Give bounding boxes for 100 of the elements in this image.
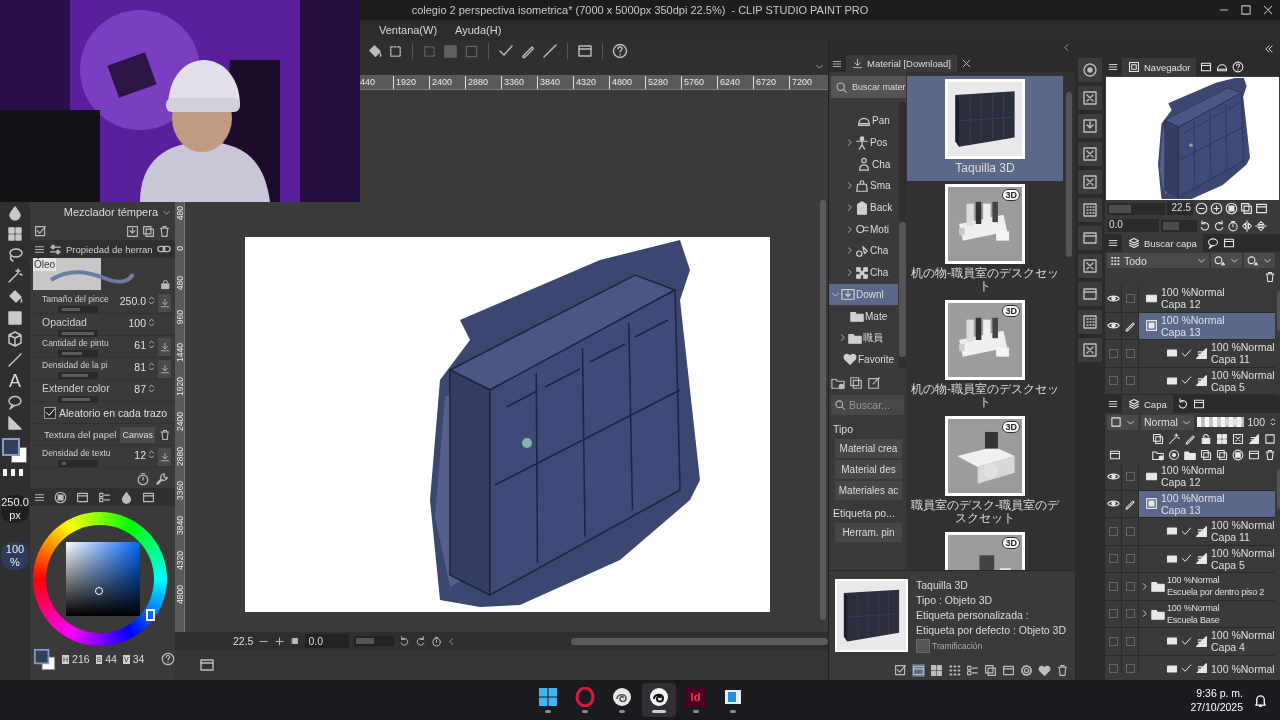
layer-row[interactable]: 100 %Normal Escuela Base	[1139, 600, 1275, 627]
tree-item[interactable]: Pan	[829, 110, 898, 132]
material-item[interactable]: Taquilla 3D	[907, 76, 1063, 181]
blend-mode-label: 100 %Normal	[1167, 574, 1221, 587]
blend-mode-label: 100 %Normal	[1161, 464, 1225, 477]
app-icon[interactable]: Id	[685, 687, 706, 707]
layer-row[interactable]: 100 %Normal Capa 4	[1139, 628, 1275, 655]
property-label: Tamaño del pince	[42, 294, 110, 304]
option-label: Aleatorio en cada trazo	[59, 406, 167, 419]
filter-button[interactable]: Material crea	[835, 439, 902, 458]
blend-dropdown[interactable]: Normal	[1141, 414, 1194, 430]
layer-row[interactable]: 100 %Normal Escuela por dentro piso 2	[1139, 573, 1275, 600]
tree-item[interactable]: 職員	[829, 326, 898, 349]
panel-tab[interactable]: Navegador	[1122, 58, 1197, 76]
property-value[interactable]: 81	[134, 361, 146, 373]
tree-item[interactable]: Sma	[829, 175, 898, 197]
filter-button[interactable]: Material des	[835, 460, 902, 479]
blend-mode-label: 100 %Normal	[1211, 341, 1275, 354]
tree-item[interactable]: Moti	[829, 218, 898, 241]
layer-name: Capa 12	[1161, 476, 1202, 489]
menu-item[interactable]: Ayuda(H)	[455, 22, 502, 38]
filter-button[interactable]: Herram. pin	[835, 523, 902, 542]
layer-name: Capa 13	[1161, 503, 1202, 516]
tree-item[interactable]: Back	[829, 196, 898, 219]
panel-tab[interactable]: Capa	[1122, 395, 1173, 413]
text-tool[interactable]: A	[9, 373, 21, 389]
layer-row[interactable]: 100 %Normal Capa 5	[1139, 545, 1275, 572]
layer-name: Escuela Base	[1167, 613, 1220, 626]
filter-button[interactable]: Materiales ac	[835, 481, 902, 500]
layer-row[interactable]: 100 %Normal Capa 11	[1139, 518, 1275, 545]
layer-row[interactable]: 100 %Normal Capa 13	[1139, 312, 1275, 339]
layer-name: Escuela por dentro piso 2	[1167, 586, 1265, 599]
layer-name: Capa 4	[1211, 641, 1246, 654]
tree-item[interactable]: Mate	[829, 305, 898, 327]
property-value[interactable]: 87	[134, 383, 146, 395]
blend-mode-label: 100 %Normal	[1161, 491, 1225, 504]
channel-value: 34	[132, 653, 145, 665]
brush-name: Óleo	[33, 258, 57, 271]
tree-item[interactable]: Cha	[829, 261, 898, 284]
ruler-label: 7200	[789, 75, 825, 89]
material-info: Etiqueta por defecto : Objeto 3D	[916, 624, 1066, 636]
ruler-label: 480	[174, 275, 185, 290]
ruler-label: 3360	[174, 481, 185, 501]
blend-mode-label: 100 %Normal	[1167, 601, 1220, 614]
material-item[interactable]: 3D 職員室のデスク-職員室のデスクセット	[907, 413, 1063, 529]
layer-name: Capa 11	[1211, 353, 1251, 366]
material-title: 机の物-職員室のデスクセット	[910, 383, 1060, 409]
material-item[interactable]: 3D	[907, 529, 1063, 570]
property-label: Densidad de la pi	[42, 360, 109, 370]
property-label: Densidad de textu	[42, 448, 112, 458]
layer-row[interactable]: 100 %Normal Capa 11	[1139, 340, 1275, 367]
ruler-label: 6720	[753, 75, 789, 89]
layer-row[interactable]: 100 %Normal Capa 5	[1139, 367, 1275, 394]
channel-value: 216	[72, 653, 90, 665]
ruler-label: 5760	[681, 75, 717, 89]
ruler-label: 2400	[429, 75, 465, 89]
angle-field[interactable]: 0.0	[305, 634, 350, 648]
ruler-label: 2880	[465, 75, 501, 89]
sub-tool-title: Mezclador témpera	[63, 206, 158, 218]
tree-item[interactable]: Cha	[829, 153, 898, 176]
property-label: Cantidad de pintu	[42, 338, 110, 348]
ruler-label: 3360	[501, 75, 537, 89]
property-value[interactable]: 12	[134, 449, 146, 461]
property-value[interactable]: 250.0	[119, 295, 146, 307]
panel-tab[interactable]: Material [Download]	[846, 55, 957, 72]
ruler-label: 960	[174, 310, 185, 325]
layer-row[interactable]: 100 %Normal Capa 12	[1139, 463, 1275, 490]
blend-mode-label: 100 %Normal	[1161, 313, 1225, 326]
blend-mode-label: 100 %Normal	[1211, 368, 1275, 381]
zoom-value[interactable]: 22.5	[233, 635, 254, 647]
ruler-label: 4800	[609, 75, 645, 89]
material-title: 職員室のデスク-職員室のデスクセット	[910, 499, 1060, 525]
layer-row[interactable]: 100 %Normal Capa 12	[1139, 285, 1275, 312]
material-item[interactable]: 3D 机の物-職員室のデスクセット	[907, 181, 1063, 297]
texture-field[interactable]: Canvas	[120, 426, 155, 443]
property-label: Textura del papel	[44, 429, 118, 440]
tree-item[interactable]: Downl	[829, 283, 898, 306]
layer-row[interactable]: 100 %Normal	[1139, 655, 1275, 673]
filter-dropdown[interactable]: Todo	[1107, 253, 1209, 268]
tree-item[interactable]: Favorite	[829, 348, 898, 371]
layer-name: Capa 11	[1211, 531, 1251, 544]
window-title: colegio 2 perspectiva isometrica* (7000 x 5000px 350dpi 22.5%) - CLIP STUDIO PAINT PRO	[410, 4, 870, 16]
ruler-label: 1920	[174, 377, 185, 397]
panel-tab[interactable]: Buscar capa	[1122, 234, 1203, 252]
property-value[interactable]: 61	[134, 339, 146, 351]
clock-date: 27/10/2025	[1190, 700, 1243, 714]
zoom-field[interactable]: 22.5	[1167, 202, 1193, 215]
angle-field[interactable]: 0.0	[1107, 219, 1159, 232]
property-value[interactable]: 100	[128, 317, 146, 329]
tree-item[interactable]: Cha	[829, 240, 898, 262]
opacity-value[interactable]: 100	[1247, 416, 1265, 428]
menu-item[interactable]: Ventana(W)	[379, 22, 438, 38]
ruler-label: 4320	[174, 550, 185, 570]
ruler-label: 3840	[174, 516, 185, 535]
layer-row[interactable]: 100 %Normal Capa 13	[1139, 490, 1275, 517]
material-info: Tipo : Objeto 3D	[916, 594, 994, 606]
blend-mode-label: 100 %Normal	[1211, 519, 1275, 532]
material-item[interactable]: 3D 机の物-職員室のデスクセット	[907, 297, 1063, 413]
tree-item[interactable]: Pos	[829, 131, 898, 154]
layer-name: Capa 5	[1211, 380, 1246, 393]
